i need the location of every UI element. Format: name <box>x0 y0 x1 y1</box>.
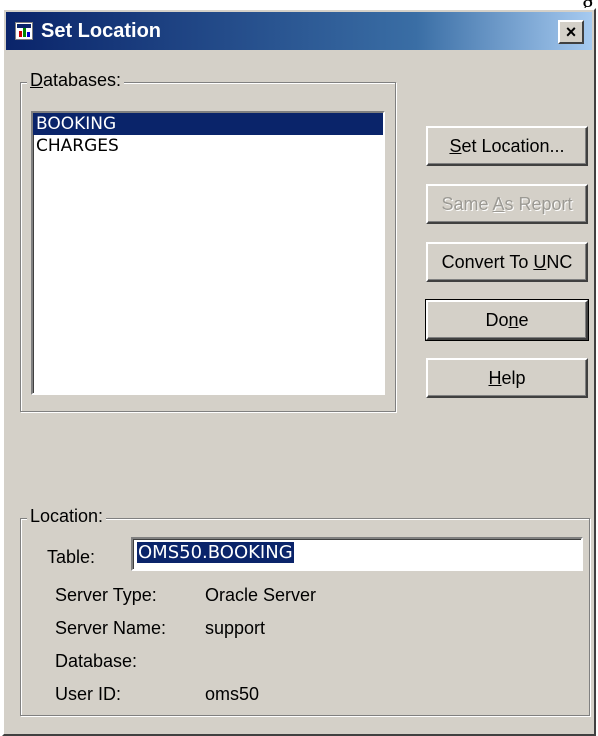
set-location-label: Set Location... <box>449 136 565 156</box>
server-name-row: Server Name: support <box>55 618 265 639</box>
list-item[interactable]: CHARGES <box>33 135 383 157</box>
background-text: g <box>534 0 598 8</box>
close-button[interactable]: × <box>558 20 584 44</box>
user-id-label: User ID: <box>55 684 122 704</box>
database-label: Database: <box>55 651 138 671</box>
server-type-label: Server Type: <box>55 585 157 605</box>
close-icon: × <box>565 22 577 42</box>
user-id-value: oms50 <box>205 684 260 704</box>
help-button[interactable]: Help <box>426 358 588 398</box>
server-name-label: Server Name: <box>55 618 167 638</box>
title-bar[interactable]: Set Location × <box>6 12 592 50</box>
done-button[interactable]: Done <box>425 299 589 341</box>
same-as-report-button[interactable]: Same As Report <box>426 184 588 224</box>
location-label: Location: <box>27 506 107 527</box>
convert-to-unc-button[interactable]: Convert To UNC <box>426 242 588 282</box>
same-as-report-label: Same As Report <box>441 194 573 214</box>
database-row: Database: <box>55 651 137 672</box>
databases-label: Databases: <box>27 70 125 91</box>
window-title: Set Location <box>41 20 162 42</box>
set-location-button[interactable]: Set Location... <box>426 126 588 166</box>
databases-group: Databases: BOOKING CHARGES <box>20 70 396 412</box>
table-value: OMS50.BOOKING <box>137 542 294 563</box>
databases-label-rest: atabases: <box>43 70 122 90</box>
list-item[interactable]: BOOKING <box>33 113 383 135</box>
databases-label-mnemonic: D <box>30 70 43 90</box>
databases-list[interactable]: BOOKING CHARGES <box>31 111 385 395</box>
server-type-row: Server Type: Oracle Server <box>55 585 316 606</box>
convert-to-unc-label: Convert To UNC <box>441 252 573 272</box>
set-location-dialog: Set Location × Databases: BOOKING CHARGE… <box>2 8 596 736</box>
server-name-value: support <box>205 618 266 638</box>
location-group: Location: Table: OMS50.BOOKING Server Ty… <box>20 506 590 716</box>
user-id-row: User ID: oms50 <box>55 684 259 705</box>
table-field[interactable]: OMS50.BOOKING <box>131 537 583 571</box>
app-icon <box>15 22 33 40</box>
table-label: Table: <box>47 547 96 567</box>
done-label: Done <box>485 310 529 330</box>
help-label: Help <box>488 368 526 388</box>
server-type-value: Oracle Server <box>205 585 317 605</box>
